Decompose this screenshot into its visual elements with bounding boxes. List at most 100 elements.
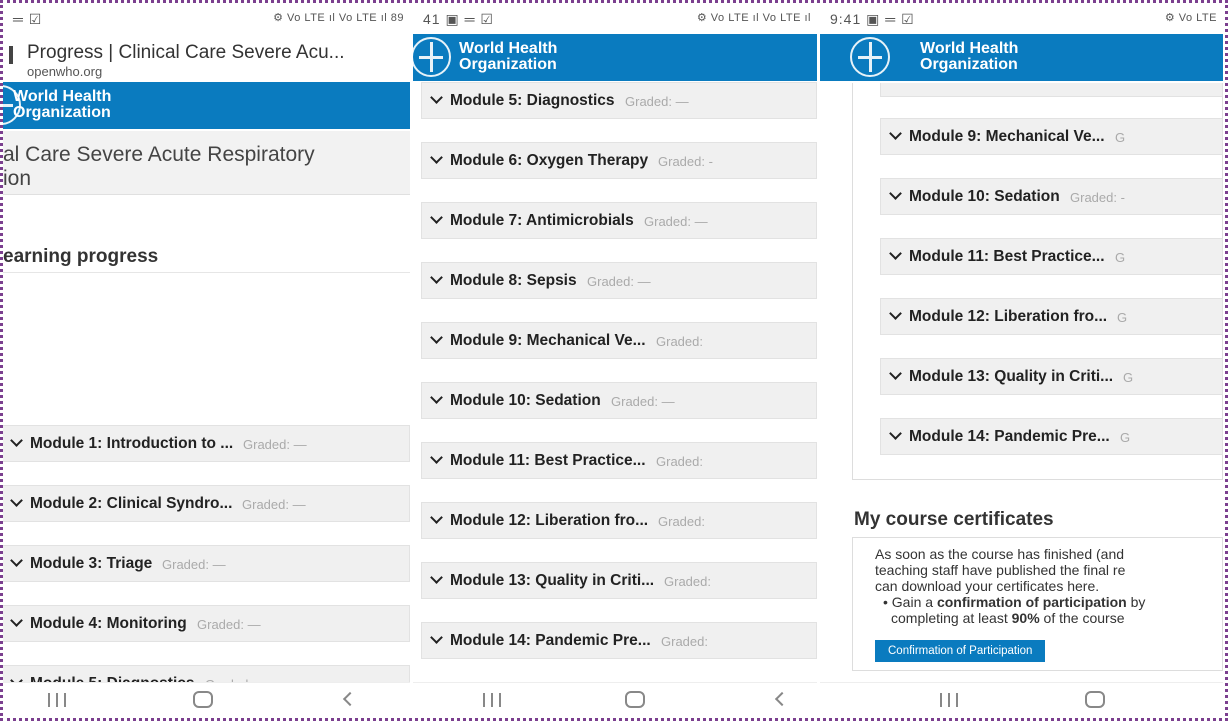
chevron-down-icon xyxy=(889,367,902,380)
certificate-bullet: • Gain a confirmation of participation b… xyxy=(883,594,1146,626)
status-bar: 9:41 ▣ ═ ☑ ⚙ Vo LTE xyxy=(820,3,1223,36)
recent-apps-icon[interactable] xyxy=(48,693,68,707)
chevron-down-icon xyxy=(430,571,443,584)
module-item[interactable]: Module 11: Best Practice... Graded: xyxy=(421,442,817,479)
module-item[interactable]: Module 6: Oxygen Therapy Graded: - xyxy=(421,142,817,179)
module-title: Module 6: Oxygen Therapy xyxy=(450,152,649,169)
status-icons-right: ⚙ Vo LTE ıl Vo LTE ıl 89 xyxy=(273,12,404,24)
who-logo-text[interactable]: World Health Organization xyxy=(920,41,1018,73)
module-item[interactable]: Module 11: Best Practice... G xyxy=(880,238,1223,275)
recent-apps-icon[interactable] xyxy=(940,693,960,707)
status-icons-left: 9:41 ▣ ═ ☑ xyxy=(830,11,915,27)
module-item[interactable]: Module 13: Quality in Criti... Graded: xyxy=(421,562,817,599)
who-logo-text[interactable]: World Health Organization xyxy=(13,89,111,121)
module-title: Module 5: Diagnostics xyxy=(450,92,615,109)
module-item[interactable]: Module 4: Monitoring Graded: — xyxy=(3,605,410,642)
chevron-down-icon xyxy=(430,391,443,404)
module-item[interactable]: Module 8: Sepsis Graded: — xyxy=(421,262,817,299)
certificates-description: As soon as the course has finished (and … xyxy=(875,546,1126,594)
module-grade: Graded: — xyxy=(162,557,226,572)
status-bar: 41 ▣ ═ ☑ ⚙ Vo LTE ıl Vo LTE ıl xyxy=(413,3,817,36)
recent-apps-icon[interactable] xyxy=(483,693,503,707)
module-item[interactable]: Module 3: Triage Graded: — xyxy=(3,545,410,582)
browser-title-bar[interactable]: Progress | Clinical Care Severe Acu... o… xyxy=(3,36,410,82)
home-icon[interactable] xyxy=(193,691,213,708)
module-item[interactable]: Module 2: Clinical Syndro... Graded: — xyxy=(3,485,410,522)
chevron-down-icon xyxy=(10,614,23,627)
module-grade: Graded: xyxy=(656,334,703,349)
module-title: Module 10: Sedation xyxy=(450,392,601,409)
status-icons-right: ⚙ Vo LTE xyxy=(1164,12,1217,24)
page-title: Progress | Clinical Care Severe Acu... xyxy=(27,42,345,63)
chevron-down-icon xyxy=(889,187,902,200)
module-item[interactable]: Module 1: Introduction to ... Graded: — xyxy=(3,425,410,462)
chevron-down-icon xyxy=(430,631,443,644)
module-grade: Graded: - xyxy=(1070,190,1125,205)
module-title: Module 4: Monitoring xyxy=(30,615,187,632)
module-title: Module 14: Pandemic Pre... xyxy=(450,632,651,649)
status-icons-right: ⚙ Vo LTE ıl Vo LTE ıl xyxy=(696,12,811,24)
who-header: World Health Organization xyxy=(820,34,1223,81)
module-item-partial[interactable] xyxy=(880,83,1223,97)
confirmation-of-participation-button[interactable]: Confirmation of Participation xyxy=(875,640,1046,662)
chevron-down-icon xyxy=(889,427,902,440)
module-title: Module 12: Liberation fro... xyxy=(450,512,649,529)
module-title: Module 2: Clinical Syndro... xyxy=(30,495,233,512)
home-icon[interactable] xyxy=(1085,691,1105,708)
screenshot-panel-2: 41 ▣ ═ ☑ ⚙ Vo LTE ıl Vo LTE ıl World Hea… xyxy=(413,3,817,718)
chevron-down-icon xyxy=(10,494,23,507)
home-icon[interactable] xyxy=(625,691,645,708)
module-grade: G xyxy=(1117,310,1128,325)
module-grade: Graded: xyxy=(664,574,711,589)
module-title: Module 9: Mechanical Ve... xyxy=(909,128,1105,145)
module-title: Module 11: Best Practice... xyxy=(909,248,1105,265)
module-item[interactable]: Module 10: Sedation Graded: - xyxy=(880,178,1223,215)
who-logo-text[interactable]: World Health Organization xyxy=(459,41,557,73)
module-grade: Graded: — xyxy=(243,437,307,452)
who-header: World Health Organization xyxy=(413,34,817,81)
chevron-down-icon xyxy=(430,511,443,524)
course-title: al Care Severe Acute Respiratory ion xyxy=(3,131,410,195)
module-grade: Graded: xyxy=(661,634,708,649)
module-item[interactable]: Module 14: Pandemic Pre... G xyxy=(880,418,1223,455)
who-logo-icon[interactable] xyxy=(850,37,890,77)
learning-progress-heading: earning progress xyxy=(3,246,159,267)
module-item[interactable]: Module 12: Liberation fro... Graded: xyxy=(421,502,817,539)
page-host: openwho.org xyxy=(27,64,103,79)
chevron-down-icon xyxy=(10,554,23,567)
module-title: Module 11: Best Practice... xyxy=(450,452,646,469)
module-grade: Graded: — xyxy=(242,497,306,512)
module-item[interactable]: Module 14: Pandemic Pre... Graded: xyxy=(421,622,817,659)
module-grade: Graded: xyxy=(656,454,703,469)
status-icons-left: ═ ☑ xyxy=(13,11,43,27)
module-item[interactable]: Module 5: Diagnostics Graded: — xyxy=(421,82,817,119)
module-item[interactable]: Module 13: Quality in Criti... G xyxy=(880,358,1223,395)
module-item[interactable]: Module 7: Antimicrobials Graded: — xyxy=(421,202,817,239)
android-nav-bar xyxy=(820,682,1223,718)
module-grade: Graded: — xyxy=(587,274,651,289)
module-grade: G xyxy=(1115,250,1126,265)
module-grade: G xyxy=(1123,370,1134,385)
module-item[interactable]: Module 12: Liberation fro... G xyxy=(880,298,1223,335)
back-icon[interactable] xyxy=(342,691,358,707)
module-title: Module 8: Sepsis xyxy=(450,272,577,289)
back-icon[interactable] xyxy=(774,691,790,707)
module-title: Module 14: Pandemic Pre... xyxy=(909,428,1110,445)
module-grade: Graded: — xyxy=(197,617,261,632)
chevron-down-icon xyxy=(430,331,443,344)
module-item[interactable]: Module 9: Mechanical Ve... Graded: xyxy=(421,322,817,359)
who-header: World Health Organization xyxy=(3,82,410,129)
chevron-down-icon xyxy=(430,451,443,464)
module-title: Module 7: Antimicrobials xyxy=(450,212,634,229)
module-title: Module 12: Liberation fro... xyxy=(909,308,1108,325)
who-logo-icon[interactable] xyxy=(413,37,451,77)
module-item[interactable]: Module 10: Sedation Graded: — xyxy=(421,382,817,419)
divider xyxy=(3,272,410,273)
chevron-down-icon xyxy=(430,271,443,284)
chevron-down-icon xyxy=(10,434,23,447)
chevron-down-icon xyxy=(430,91,443,104)
android-nav-bar xyxy=(413,682,817,718)
module-item[interactable]: Module 9: Mechanical Ve... G xyxy=(880,118,1223,155)
module-grade: Graded: — xyxy=(625,94,689,109)
module-grade: Graded: xyxy=(658,514,705,529)
